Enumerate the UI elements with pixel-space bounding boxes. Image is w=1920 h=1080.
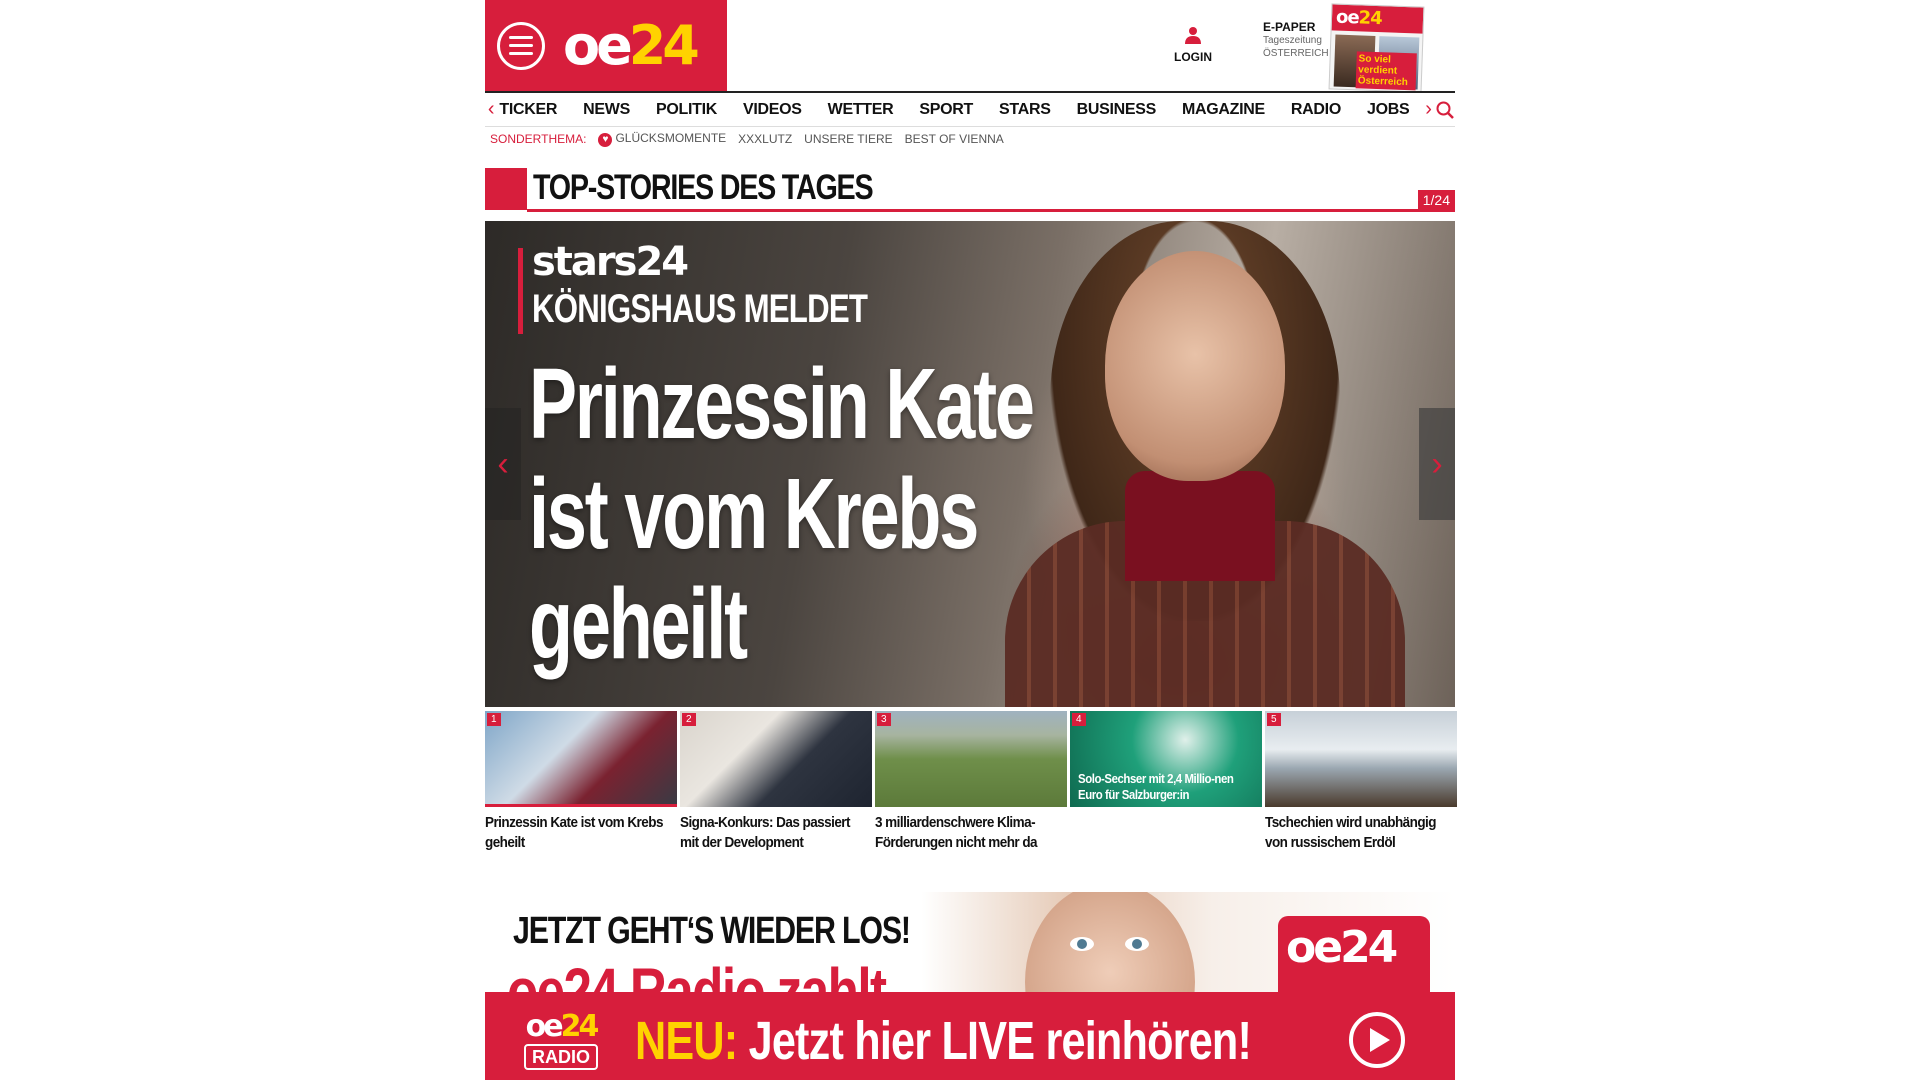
thumb-caption[interactable]: Prinzessin Kate ist vom Krebs geheilt [485, 813, 676, 853]
ad-photo-face [1025, 892, 1195, 1002]
ad-photo-eye [1070, 937, 1094, 951]
top-stories-header: TOP-STORIES DES TAGES 1/24 [485, 168, 1455, 212]
page: oe24 LOGIN E-PAPER Tageszeitung ÖSTERREI… [485, 0, 1457, 1080]
menu-icon-line [509, 52, 533, 55]
menu-icon-line [509, 36, 533, 39]
cover-logo: oe24 [1331, 4, 1424, 34]
thumb-number: 5 [1267, 713, 1281, 726]
user-icon [1185, 27, 1201, 44]
kicker-accent-bar [518, 248, 523, 334]
sonderthema-link-best-of-vienna[interactable]: BEST OF VIENNA [905, 132, 1004, 146]
search-icon [1436, 101, 1454, 119]
nav-item-news[interactable]: NEWS [570, 101, 643, 119]
chevron-left-icon: ‹ [497, 444, 509, 483]
nav-item-radio[interactable]: RADIO [1278, 101, 1354, 119]
sonderthema-link-xxxlutz[interactable]: XXXLUTZ [738, 132, 792, 146]
story-thumb-5[interactable]: 5 Tschechien wird unabhängig von russisc… [1265, 711, 1457, 853]
sonderthema-bar: SONDERTHEMA: ♥ GLÜCKSMOMENTE XXXLUTZ UNSE… [490, 130, 1004, 148]
slider-next-button[interactable]: › [1419, 408, 1455, 520]
thumb-caption[interactable]: 3 milliardenschwere Klima-Förderungen ni… [875, 813, 1066, 853]
nav-item-politik[interactable]: POLITIK [643, 101, 730, 119]
nav-list: TICKER NEWS POLITIK VIDEOS WETTER SPORT … [497, 101, 1422, 119]
hamburger-menu-button[interactable] [497, 21, 545, 70]
hero-slide[interactable]: stars24 KÖNIGSHAUS MELDET Prinzessin Kat… [485, 221, 1455, 707]
slider-prev-button[interactable]: ‹ [485, 408, 521, 520]
thumb-image: 2 [680, 711, 872, 807]
radio-live-bar[interactable]: oe24 RADIO NEU: Jetzt hier LIVE reinhöre… [485, 992, 1455, 1080]
nav-item-wetter[interactable]: WETTER [815, 101, 907, 119]
hero-brand: stars24 [532, 239, 689, 285]
play-icon[interactable] [1349, 1012, 1405, 1068]
radio-logo-label: RADIO [524, 1044, 598, 1070]
story-thumb-3[interactable]: 3 3 milliardenschwere Klima-Förderungen … [875, 711, 1067, 853]
thumb-number: 1 [487, 713, 501, 726]
radio-ad-banner[interactable]: JETZT GEHT‘S WIEDER LOS! oe24 Radio zahl… [485, 892, 1455, 1002]
epaper-cover-image[interactable]: oe24 So viel verdient Österreich [1328, 3, 1425, 93]
login-label: LOGIN [1174, 50, 1212, 64]
radio-message-prefix: NEU: [635, 1011, 738, 1071]
slide-counter: 1/24 [1417, 190, 1455, 210]
search-button[interactable] [1435, 101, 1455, 119]
site-logo[interactable]: oe24 [563, 18, 700, 73]
thumb-number: 2 [682, 713, 696, 726]
nav-item-stars[interactable]: STARS [986, 101, 1064, 119]
radio-message: NEU: Jetzt hier LIVE reinhören! [635, 1010, 1252, 1072]
nav-item-sport[interactable]: SPORT [906, 101, 986, 119]
epaper-link[interactable]: E-PAPER Tageszeitung ÖSTERREICH [1263, 20, 1333, 60]
ad-photo-eye [1125, 937, 1149, 951]
hero-headline[interactable]: Prinzessin Kate ist vom Krebs geheilt [529, 349, 1047, 679]
thumb-overlay-text: Solo-Sechser mit 2,4 Millio-nen Euro für… [1078, 771, 1234, 802]
story-thumb-2[interactable]: 2 Signa-Konkurs: Das passiert mit der De… [680, 711, 872, 853]
nav-item-magazine[interactable]: MAGAZINE [1169, 101, 1278, 119]
chevron-right-icon: › [1431, 444, 1443, 483]
thumb-caption[interactable]: Tschechien wird unabhängig von russische… [1265, 813, 1456, 853]
nav-item-jobs[interactable]: JOBS [1354, 101, 1422, 119]
nav-item-ticker[interactable]: TICKER [497, 101, 570, 119]
radio-message-text: Jetzt hier LIVE reinhören! [737, 1011, 1252, 1071]
thumb-image: 1 [485, 711, 677, 807]
logo-main-text: oe [563, 13, 633, 77]
nav-scroll-right-icon[interactable]: › [1422, 98, 1434, 121]
ad-headline: JETZT GEHT‘S WIEDER LOS! [513, 910, 911, 952]
menu-icon-line [509, 44, 533, 47]
thumb-number: 3 [877, 713, 891, 726]
logo-number-text: 24 [628, 13, 700, 77]
thumb-image: 5 [1265, 711, 1457, 807]
main-navigation: ‹ TICKER NEWS POLITIK VIDEOS WETTER SPOR… [485, 91, 1455, 127]
brand-logo-box: oe24 [485, 0, 727, 91]
epaper-subtitle: Tageszeitung [1263, 35, 1322, 46]
thumb-number: 4 [1072, 713, 1086, 726]
ad-logo: oe24 [1278, 916, 1430, 1002]
login-button[interactable]: LOGIN [1165, 26, 1221, 66]
hero-kicker: KÖNIGSHAUS MELDET [532, 287, 868, 331]
story-thumb-4[interactable]: 4 Solo-Sechser mit 2,4 Millio-nen Euro fü… [1070, 711, 1262, 853]
section-title: TOP-STORIES DES TAGES [533, 168, 874, 207]
story-thumb-1[interactable]: 1 Prinzessin Kate ist vom Krebs geheilt [485, 711, 677, 853]
nav-scroll-left-icon[interactable]: ‹ [485, 98, 497, 121]
cover-headline: So viel verdient Österreich [1355, 51, 1417, 91]
epaper-title: E-PAPER [1263, 20, 1316, 34]
hero-photo-collar [1125, 471, 1275, 581]
sonderthema-link-unsere-tiere[interactable]: UNSERE TIERE [804, 132, 892, 146]
nav-item-business[interactable]: BUSINESS [1064, 101, 1169, 119]
heart-icon: ♥ [598, 133, 613, 147]
thumb-caption[interactable]: Signa-Konkurs: Das passiert mit der Deve… [680, 813, 871, 853]
thumb-image: 3 [875, 711, 1067, 807]
nav-item-videos[interactable]: VIDEOS [730, 101, 815, 119]
section-marker [485, 168, 527, 210]
sonderthema-label: SONDERTHEMA: [490, 132, 587, 146]
hero-photo-face [1105, 251, 1285, 481]
epaper-country: ÖSTERREICH [1263, 48, 1329, 59]
sonderthema-link-gluecksmomente[interactable]: ♥ GLÜCKSMOMENTE [598, 131, 726, 147]
radio-logo: oe24 RADIO [515, 1012, 607, 1070]
thumb-image: 4 Solo-Sechser mit 2,4 Millio-nen Euro fü… [1070, 711, 1262, 807]
story-thumbnails: 1 Prinzessin Kate ist vom Krebs geheilt … [485, 711, 1457, 853]
section-underline [527, 209, 1455, 212]
